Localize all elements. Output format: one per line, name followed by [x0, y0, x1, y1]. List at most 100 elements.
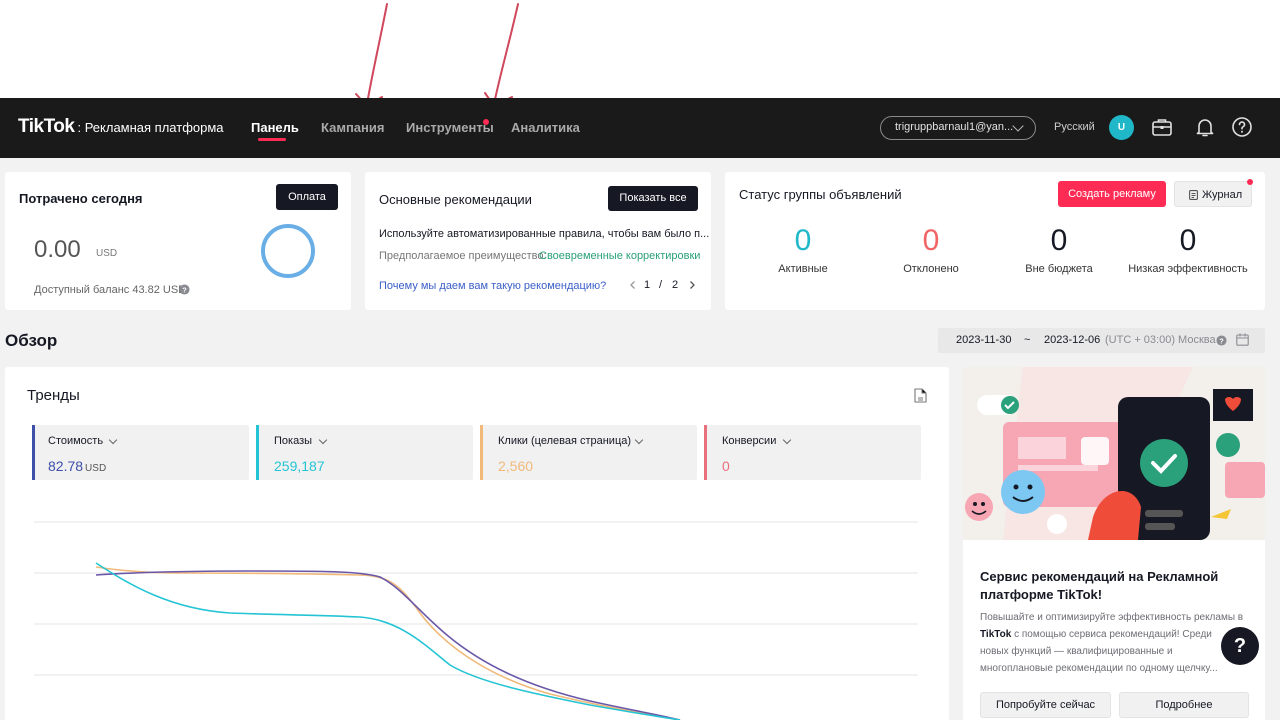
- account-selector[interactable]: trigruppbarnaul1@yan...: [880, 116, 1036, 140]
- recommendations-title: Основные рекомендации: [379, 192, 532, 207]
- metric-impressions-value: 259,187: [274, 458, 325, 474]
- metric-conversions[interactable]: Конверсии 0: [704, 425, 921, 480]
- stat-out-of-budget-label: Вне бюджета: [1025, 263, 1093, 275]
- chevron-down-icon: [318, 435, 328, 445]
- page-current: 1: [644, 279, 651, 291]
- why-recommendation-link[interactable]: Почему мы даем вам такую рекомендацию?: [379, 280, 606, 292]
- stat-low-efficiency-value: 0: [1179, 224, 1197, 257]
- promo-illustration-art: [963, 367, 1265, 540]
- spent-currency: USD: [96, 248, 118, 259]
- logo-subtitle: : Рекламная платформа: [77, 120, 224, 135]
- help-icon[interactable]: [1230, 115, 1254, 139]
- recommendations-card: Основные рекомендации Показать все Испол…: [365, 172, 711, 310]
- overview-title: Обзор: [5, 331, 58, 350]
- trends-title: Тренды: [27, 387, 80, 404]
- metric-cost-bar: [32, 425, 35, 480]
- tools-notification-dot: [483, 119, 489, 125]
- spent-today-card: Потрачено сегодня Оплата 0.00 USD Доступ…: [5, 172, 351, 310]
- promo-illustration: [963, 367, 1265, 540]
- create-ad-button[interactable]: Создать рекламу: [1058, 181, 1166, 207]
- nav-tools[interactable]: Инструменты: [406, 120, 494, 135]
- journal-notification-dot: [1247, 179, 1253, 185]
- promo-title-line2: платформе TikTok!: [980, 587, 1103, 602]
- bell-icon[interactable]: [1193, 115, 1217, 139]
- nav-campaign[interactable]: Кампания: [321, 120, 384, 135]
- stat-active-value: 0: [794, 224, 812, 257]
- date-to: 2023-12-06: [1044, 334, 1101, 346]
- avatar[interactable]: U: [1109, 115, 1134, 140]
- metric-clicks-value: 2,560: [498, 458, 534, 474]
- stat-rejected-value: 0: [922, 224, 940, 257]
- top-whitespace: [0, 0, 1280, 98]
- metric-cost-label: Стоимость: [48, 435, 104, 447]
- adgroup-status-card: Статус группы объявлений Создать рекламу…: [725, 172, 1265, 310]
- metric-clicks[interactable]: Клики (целевая страница) 2,560: [480, 425, 697, 480]
- logo-text: TikTok: [18, 116, 75, 137]
- metric-impressions-label: Показы: [274, 435, 313, 447]
- metric-clicks-label: Клики (целевая страница): [498, 435, 632, 447]
- spend-ring-chart: [261, 224, 315, 278]
- trends-line-chart: [34, 521, 918, 720]
- nav-active-underline: [258, 138, 286, 141]
- journal-button[interactable]: Журнал: [1174, 181, 1252, 207]
- spent-title: Потрачено сегодня: [19, 191, 143, 206]
- balance-text: Доступный баланс 43.82 USD: [34, 284, 187, 296]
- page-separator: /: [659, 279, 663, 291]
- benefit-value: Своевременные корректировки: [539, 250, 701, 262]
- promo-body-line1: Повышайте и оптимизируйте эффективность …: [980, 612, 1244, 623]
- metric-cost[interactable]: Стоимость 82.78 USD: [32, 425, 249, 480]
- promo-body-line3: новых функций — квалифицированные и: [980, 646, 1173, 657]
- stat-rejected[interactable]: 0 Отклонено: [871, 224, 991, 275]
- metric-impressions[interactable]: Показы 259,187: [256, 425, 473, 480]
- chevron-down-icon: [782, 435, 792, 445]
- stat-rejected-label: Отклонено: [903, 263, 959, 275]
- series-line-cost: [95, 570, 681, 720]
- language-selector[interactable]: Русский: [1054, 121, 1095, 133]
- metric-impressions-bar: [256, 425, 259, 480]
- promo-body-line2: TikTok с помощью сервиса рекомендаций! С…: [980, 629, 1212, 640]
- recommendation-text: Используйте автоматизированные правила, …: [379, 228, 710, 240]
- try-now-button[interactable]: Попробуйте сейчас: [980, 692, 1111, 718]
- stat-active[interactable]: 0 Активные: [743, 224, 863, 275]
- stat-active-label: Активные: [778, 263, 828, 275]
- series-line-impressions: [95, 562, 681, 720]
- date-from: 2023-11-30: [956, 334, 1012, 346]
- timezone: (UTC + 03:00) Москва: [1105, 334, 1216, 346]
- info-icon[interactable]: ?: [179, 284, 190, 295]
- metric-cost-value: 82.78 USD: [48, 458, 107, 474]
- promo-title-line1: Сервис рекомендаций на Рекламной: [980, 569, 1219, 584]
- calendar-icon: [1236, 333, 1249, 346]
- metric-conversions-value: 0: [722, 458, 730, 474]
- learn-more-button[interactable]: Подробнее: [1119, 692, 1249, 718]
- nav-analytics[interactable]: Аналитика: [511, 120, 580, 135]
- metric-clicks-bar: [480, 425, 483, 480]
- info-icon[interactable]: ?: [1216, 335, 1227, 346]
- series-line-clicks: [95, 566, 681, 720]
- stat-out-of-budget-value: 0: [1050, 224, 1068, 257]
- stat-out-of-budget[interactable]: 0 Вне бюджета: [999, 224, 1119, 275]
- pay-button[interactable]: Оплата: [276, 184, 338, 210]
- document-icon: [1189, 190, 1198, 200]
- adgroup-status-title: Статус группы объявлений: [739, 187, 902, 202]
- metric-conversions-label: Конверсии: [722, 435, 777, 447]
- svg-text:?: ?: [182, 285, 187, 294]
- benefit-label: Предполагаемое преимущество:: [379, 250, 547, 262]
- briefcase-icon[interactable]: [1150, 115, 1174, 139]
- stat-low-efficiency-label: Низкая эффективность: [1128, 263, 1248, 275]
- promo-body-line4: многоплановые рекомендации по одному щел…: [980, 663, 1218, 674]
- date-separator: ~: [1024, 334, 1031, 346]
- nav-dashboard[interactable]: Панель: [251, 120, 299, 135]
- metric-conversions-bar: [704, 425, 707, 480]
- tiktok-logo[interactable]: TikTok : Рекламная платформа: [18, 116, 224, 138]
- journal-label: Журнал: [1202, 189, 1243, 201]
- date-range-picker[interactable]: 2023-11-30 ~ 2023-12-06 (UTC + 03:00) Мо…: [938, 328, 1265, 353]
- export-icon[interactable]: [914, 388, 927, 403]
- chevron-down-icon: [108, 435, 118, 445]
- chevron-right-icon[interactable]: [687, 280, 697, 290]
- stat-low-efficiency[interactable]: 0 Низкая эффективность: [1123, 224, 1253, 275]
- chevron-left-icon[interactable]: [628, 280, 638, 290]
- help-chat-button[interactable]: ?: [1221, 627, 1259, 665]
- spent-amount: 0.00: [34, 236, 81, 263]
- chevron-down-icon: [634, 435, 644, 445]
- show-all-button[interactable]: Показать все: [608, 186, 698, 211]
